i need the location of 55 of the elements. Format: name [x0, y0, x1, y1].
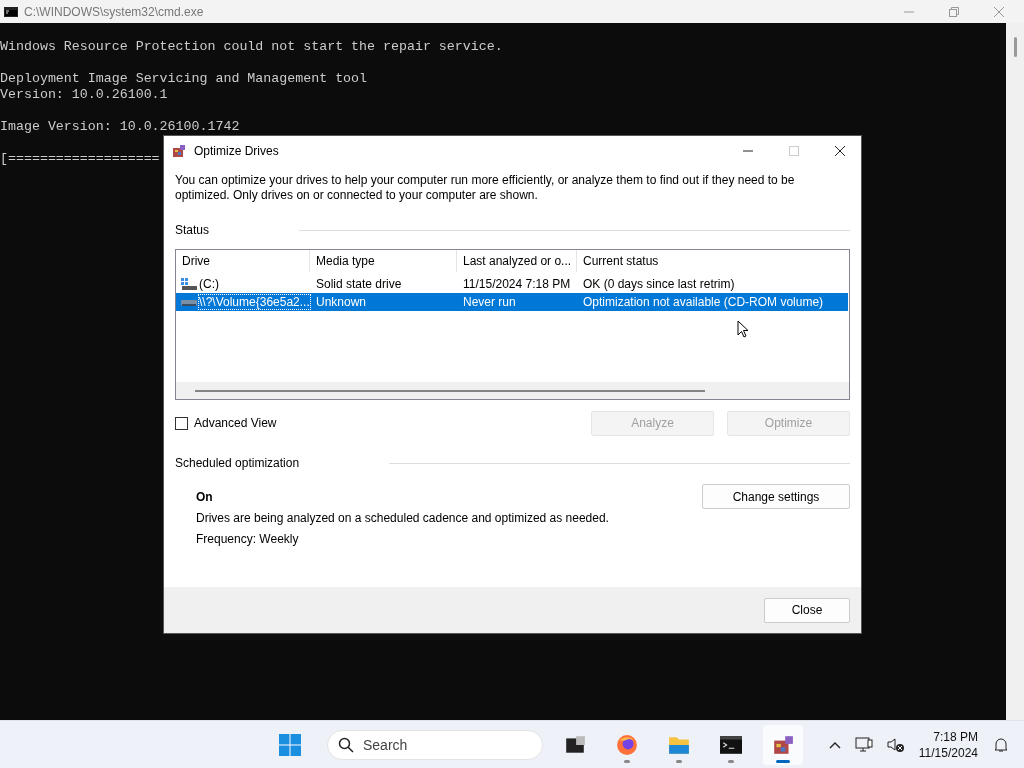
table-cell-text: Unknown [315, 295, 368, 309]
close-button[interactable]: Close [764, 597, 850, 623]
change-settings-button[interactable]: Change settings [702, 484, 850, 509]
scrollbar-thumb[interactable] [195, 389, 705, 392]
column-header[interactable]: Last analyzed or o... [457, 250, 577, 272]
section-label: Status [175, 223, 210, 237]
table-cell-text: Solid state drive [315, 277, 403, 291]
table-cell: \\?\Volume{36e5a2... [199, 295, 310, 309]
search-icon [338, 736, 354, 753]
table-cell-text: OK (0 days since last retrim) [582, 277, 736, 291]
window-title: Optimize Drives [194, 143, 279, 158]
window-title: C:\WINDOWS\system32\cmd.exe [24, 4, 204, 19]
console-line: [=================== [0, 151, 160, 167]
speaker-muted-icon[interactable] [886, 736, 905, 753]
chevron-up-icon[interactable] [828, 740, 841, 749]
scrollbar[interactable] [176, 382, 849, 399]
task-view-icon[interactable] [564, 733, 586, 756]
maximize-icon [789, 145, 799, 156]
defrag-icon[interactable] [772, 733, 794, 756]
bell-icon[interactable] [992, 736, 1010, 753]
column-header[interactable]: Drive [176, 250, 310, 272]
start-icon[interactable] [279, 733, 301, 756]
schedule-description: Drives are being analyzed on a scheduled cadence and optimized as needed. [196, 511, 609, 525]
defrag-icon [172, 143, 186, 158]
clock-date: 11/15/2024 [918, 744, 978, 761]
globe-icon[interactable] [616, 733, 638, 756]
clock-time: 7:18 PM [933, 728, 978, 745]
section-label: Scheduled optimization [175, 456, 300, 470]
network-icon[interactable] [854, 736, 873, 753]
table-row[interactable]: \\?\Volume{36e5a2... Unknown Never run Optimization not available (CD-ROM volume) [176, 293, 848, 311]
table-row[interactable]: (C:) Solid state drive 11/15/2024 7:18 PM OK (0 days since last retrim) [176, 275, 849, 293]
frequency-text: Frequency: Weekly [196, 532, 300, 546]
search-field[interactable]: Search [327, 729, 543, 760]
mouse-pointer-icon [737, 320, 749, 338]
console-line: Version: 10.0.26100.1 [0, 87, 168, 103]
column-header[interactable]: Current status [577, 250, 849, 272]
table-cell: (C:) [199, 277, 219, 291]
checkbox[interactable] [175, 416, 188, 430]
table-cell-text: 11/15/2024 7:18 PM [462, 277, 572, 291]
terminal-icon[interactable] [720, 733, 742, 756]
close-icon[interactable] [835, 145, 845, 156]
schedule-state: On [196, 490, 214, 504]
drive-icon [181, 278, 197, 290]
description-text: You can optimize your drives to help your computer run more efficiently, or analyze them to find out if they need to be optimized. Only drives on or connected to your computer are shown. [175, 173, 796, 203]
restore-icon[interactable] [949, 6, 959, 17]
console-icon [4, 6, 18, 17]
table-cell-text: Never run [462, 295, 517, 309]
console-line: Windows Resource Protection could not start the repair service. [0, 39, 503, 55]
console-line: Deployment Image Servicing and Management tool [0, 71, 368, 87]
table-cell-text: Optimization not available (CD-ROM volume) [582, 295, 825, 309]
scrollbar-thumb[interactable] [1013, 37, 1017, 57]
console-line: Image Version: 10.0.26100.1742 [0, 119, 240, 135]
column-header[interactable]: Media type [310, 250, 457, 272]
clock[interactable]: 7:18 PM 11/15/2024 [918, 728, 978, 761]
checkbox-label[interactable]: Advanced View [194, 416, 277, 430]
